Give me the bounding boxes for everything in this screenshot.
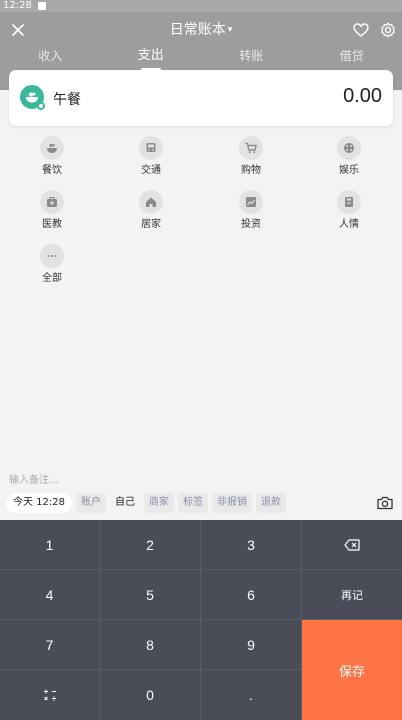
category-label: 交通: [141, 165, 161, 176]
medkit-icon: [40, 190, 64, 214]
amount-card[interactable]: 午餐 0.00: [9, 70, 393, 126]
category-medical-education[interactable]: 医教: [2, 190, 102, 231]
calculator-operators-icon: [43, 689, 56, 701]
home-icon: [139, 190, 163, 214]
key-8[interactable]: 8: [100, 620, 201, 670]
reimburse-chip[interactable]: 非报销: [212, 493, 252, 513]
game-icon: [337, 136, 361, 160]
note-input[interactable]: 输入备注...: [9, 471, 59, 486]
key-dot[interactable]: .: [201, 670, 302, 720]
category-label: 娱乐: [339, 165, 359, 176]
gear-icon[interactable]: [379, 21, 397, 39]
account-chip[interactable]: 账户: [76, 493, 106, 513]
keypad: 1 2 3 4 5 6 再记 7 8 9 保存 0 .: [0, 520, 402, 720]
category-investment[interactable]: 投资: [201, 190, 301, 231]
refund-chip[interactable]: 退款: [256, 493, 286, 513]
amount-display: 0.00: [343, 85, 382, 107]
merchant-chip[interactable]: 商家: [144, 493, 174, 513]
key-9[interactable]: 9: [201, 620, 302, 670]
category-entertainment[interactable]: 娱乐: [299, 136, 399, 177]
member-chip[interactable]: 自己: [110, 493, 140, 513]
lunch-category-icon: [20, 85, 45, 110]
key-3[interactable]: 3: [201, 520, 302, 570]
save-button[interactable]: 保存: [302, 620, 402, 720]
key-0[interactable]: 0: [100, 670, 201, 720]
category-label: 人情: [339, 219, 359, 230]
book-selector[interactable]: 日常账本 ▾: [0, 20, 402, 40]
category-gifts[interactable]: 人情: [299, 190, 399, 231]
date-chip[interactable]: 今天 12:28: [6, 493, 72, 513]
category-label: 全部: [42, 273, 62, 284]
book-title: 日常账本: [169, 22, 226, 38]
record-again-button[interactable]: 再记: [302, 570, 402, 620]
tag-chip[interactable]: 标签: [178, 493, 208, 513]
category-badge: [37, 102, 45, 110]
category-all[interactable]: 全部: [2, 244, 102, 285]
camera-icon[interactable]: [376, 494, 394, 512]
key-4[interactable]: 4: [0, 570, 100, 620]
category-label: 居家: [141, 219, 161, 230]
category-label: 医教: [42, 219, 62, 230]
key-2[interactable]: 2: [100, 520, 201, 570]
key-1[interactable]: 1: [0, 520, 100, 570]
caret-down-icon: ▾: [227, 25, 233, 35]
category-shopping[interactable]: 购物: [201, 136, 301, 177]
notification-icon: [37, 2, 46, 10]
chart-icon: [239, 190, 263, 214]
key-7[interactable]: 7: [0, 620, 100, 670]
key-5[interactable]: 5: [100, 570, 201, 620]
bowl-icon: [40, 136, 64, 160]
category-catering[interactable]: 餐饮: [2, 136, 102, 177]
category-label: 购物: [241, 165, 261, 176]
option-chips: 今天 12:28 账户 自己 商家 标签 非报销 退款: [6, 493, 286, 513]
backspace-icon: [344, 538, 360, 551]
more-icon: [40, 244, 64, 268]
gift-icon: [337, 190, 361, 214]
status-bar: 12:28: [0, 0, 402, 12]
category-home[interactable]: 居家: [101, 190, 201, 231]
selected-category: 午餐: [53, 92, 81, 108]
operator-key[interactable]: [0, 670, 100, 720]
category-label: 餐饮: [42, 165, 62, 176]
backspace-key[interactable]: [302, 520, 402, 570]
key-6[interactable]: 6: [201, 570, 302, 620]
bus-icon: [139, 136, 163, 160]
status-time: 12:28: [3, 0, 32, 11]
category-transport[interactable]: 交通: [101, 136, 201, 177]
cart-icon: [239, 136, 263, 160]
heart-icon[interactable]: [352, 21, 370, 39]
category-label: 投资: [241, 219, 261, 230]
